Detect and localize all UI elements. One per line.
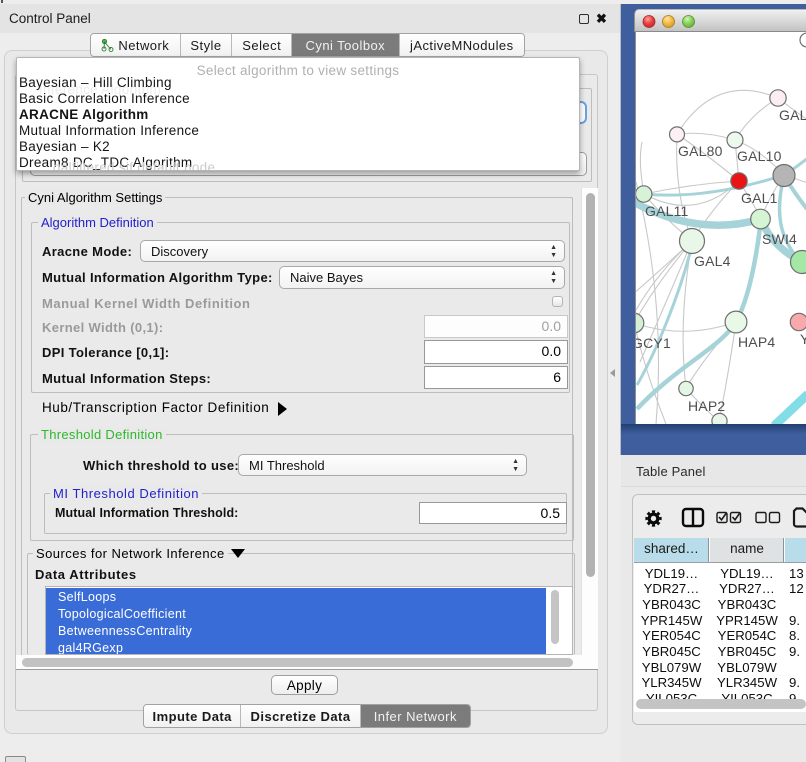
svg-text:GAL10: GAL10 — [737, 148, 782, 164]
svg-text:HAP4: HAP4 — [738, 334, 775, 350]
svg-text:GAL4: GAL4 — [694, 253, 731, 269]
svg-text:Y: Y — [800, 331, 806, 347]
svg-text:GCY1: GCY1 — [636, 335, 671, 351]
svg-text:GAL7: GAL7 — [779, 107, 806, 123]
svg-text:GAL11: GAL11 — [645, 203, 689, 219]
svg-text:GAL1: GAL1 — [741, 190, 778, 206]
svg-text:GAL80: GAL80 — [678, 143, 723, 159]
svg-text:SWI4: SWI4 — [762, 231, 797, 247]
svg-text:HAP2: HAP2 — [688, 398, 725, 414]
